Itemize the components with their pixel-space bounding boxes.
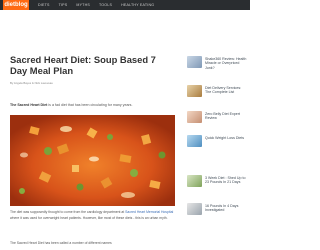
food-delivery-thumbnail-icon xyxy=(187,85,202,97)
intro-bold-text: The Sacred Heart Diet xyxy=(10,103,48,107)
sidebar-item[interactable]: 16 Pounds In 4 Days Investigated xyxy=(187,203,247,217)
article-title: Sacred Heart Diet: Soup Based 7 Day Meal… xyxy=(10,54,156,76)
sidebar-item[interactable]: Zero Belly Diet Expert Review xyxy=(187,111,247,125)
sidebar-item[interactable]: Shake360 Review: Health Miracle or Overp… xyxy=(187,56,247,70)
nav-item-diets[interactable]: DIETS xyxy=(38,0,50,10)
sidebar-item-title: Shake360 Review: Health Miracle or Overp… xyxy=(205,57,247,70)
hospital-link[interactable]: Sacred Heart Memorial Hospital xyxy=(125,210,173,214)
three-week-thumbnail-icon xyxy=(187,175,202,187)
site-logo[interactable]: dietblog xyxy=(3,0,29,10)
article-intro: The Sacred Heart Diet is a fad diet that… xyxy=(10,102,150,108)
article-byline: By Angela Bayes & Nick Laveveau xyxy=(10,81,53,85)
para1-text-a: The diet was supposedly thought to come … xyxy=(10,210,126,214)
nav-item-healthy-eating[interactable]: HEALTHY EATING xyxy=(121,0,154,10)
sidebar-item-title: Zero Belly Diet Expert Review xyxy=(205,112,240,121)
intro-text: is a fad diet that has been circulating … xyxy=(47,103,133,107)
belly-thumbnail-icon xyxy=(187,111,202,123)
sidebar-item[interactable]: Quick Weight Loss Diets xyxy=(187,135,247,149)
weight-loss-thumbnail-icon xyxy=(187,135,202,147)
soup-bowl-image xyxy=(10,115,175,206)
sidebar-item-title: Quick Weight Loss Diets xyxy=(205,136,245,140)
main-nav: DIETS TIPS MYTHS TOOLS HEALTHY EATING xyxy=(38,0,154,10)
nav-item-tips[interactable]: TIPS xyxy=(59,0,68,10)
sidebar-item[interactable]: Diet Delivery Services: The Complete Lis… xyxy=(187,85,247,99)
shake-thumbnail-icon xyxy=(187,56,202,68)
sidebar-item-title: 3 Week Diet : Shed Up to 23 Pounds In 21… xyxy=(205,176,246,185)
nav-item-myths[interactable]: MYTHS xyxy=(76,0,90,10)
nav-item-tools[interactable]: TOOLS xyxy=(99,0,112,10)
para1-text-b: where it was used for overweight heart p… xyxy=(10,215,168,220)
sidebar-item-title: 16 Pounds In 4 Days Investigated xyxy=(205,204,239,213)
scale-thumbnail-icon xyxy=(187,203,202,215)
sidebar-item[interactable]: 3 Week Diet : Shed Up to 23 Pounds In 21… xyxy=(187,175,247,189)
article-paragraph-1: The diet was supposedly thought to come … xyxy=(10,210,175,221)
article-paragraph-2: The Sacred Heart Diet has been called a … xyxy=(10,241,112,245)
sidebar-item-title: Diet Delivery Services: The Complete Lis… xyxy=(205,86,242,95)
soup-photo xyxy=(10,115,175,206)
top-navigation-bar: dietblog DIETS TIPS MYTHS TOOLS HEALTHY … xyxy=(0,0,250,10)
article-header: Sacred Heart Diet: Soup Based 7 Day Meal… xyxy=(10,54,180,85)
